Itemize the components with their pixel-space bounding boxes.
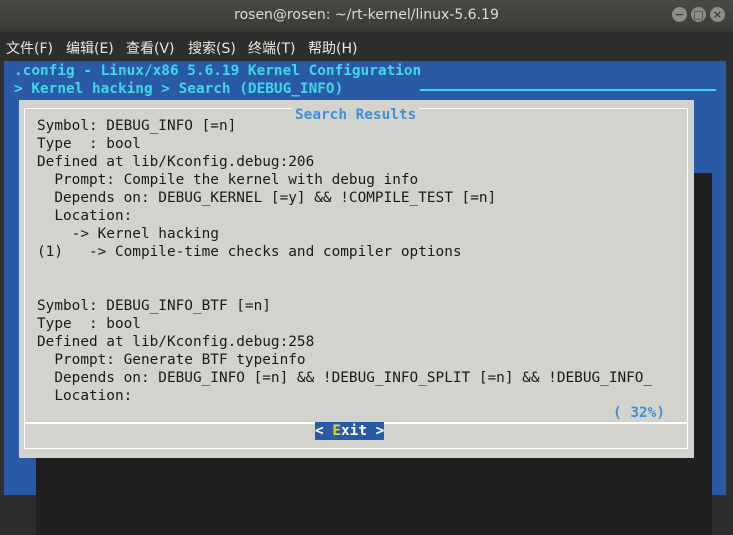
- exit-button-left: <: [315, 423, 333, 439]
- menu-terminal[interactable]: 终端(T): [248, 38, 295, 58]
- minimize-icon[interactable]: −: [672, 7, 687, 22]
- result-line: Type : bool: [37, 316, 141, 332]
- close-icon[interactable]: ×: [710, 7, 725, 22]
- menubar: 文件(F) 编辑(E) 查看(V) 搜索(S) 终端(T) 帮助(H): [0, 32, 733, 60]
- results-text[interactable]: Symbol: DEBUG_INFO [=n] Type : bool Defi…: [37, 117, 681, 405]
- result-line: Prompt: Compile the kernel with debug in…: [37, 172, 419, 188]
- result-line: Location:: [37, 208, 133, 224]
- breadcrumb-rule: [420, 89, 716, 91]
- result-line: Defined at lib/Kconfig.debug:258: [37, 334, 315, 350]
- config-title: .config - Linux/x86 5.6.19 Kernel Config…: [14, 63, 422, 79]
- menu-view[interactable]: 查看(V): [126, 38, 175, 58]
- result-line: Symbol: DEBUG_INFO [=n]: [37, 118, 237, 134]
- result-line: Depends on: DEBUG_INFO [=n] && !DEBUG_IN…: [37, 370, 653, 386]
- result-line: Symbol: DEBUG_INFO_BTF [=n]: [37, 298, 271, 314]
- result-line: Type : bool: [37, 136, 141, 152]
- menu-help[interactable]: 帮助(H): [308, 38, 357, 58]
- exit-button[interactable]: < Exit >: [315, 422, 385, 440]
- result-line: Location:: [37, 388, 133, 404]
- window-title: rosen@rosen: ~/rt-kernel/linux-5.6.19: [234, 7, 499, 23]
- result-line: [37, 279, 681, 297]
- menu-file[interactable]: 文件(F): [6, 38, 53, 58]
- exit-hotkey: E: [332, 423, 341, 439]
- window-controls: − □ ×: [672, 7, 725, 22]
- exit-button-rest: xit >: [341, 423, 385, 439]
- result-line: [37, 261, 681, 279]
- result-line: -> Kernel hacking: [37, 226, 219, 242]
- terminal-area[interactable]: .config - Linux/x86 5.6.19 Kernel Config…: [0, 60, 733, 535]
- result-line: Depends on: DEBUG_KERNEL [=y] && !COMPIL…: [37, 190, 497, 206]
- window-titlebar: rosen@rosen: ~/rt-kernel/linux-5.6.19 − …: [0, 0, 733, 32]
- maximize-icon[interactable]: □: [691, 7, 706, 22]
- breadcrumb: > Kernel hacking > Search (DEBUG_INFO): [14, 81, 344, 97]
- result-line: Prompt: Generate BTF typeinfo: [37, 352, 306, 368]
- menu-search[interactable]: 搜索(S): [188, 38, 236, 58]
- search-results-dialog: Search Results Symbol: DEBUG_INFO [=n] T…: [19, 100, 694, 458]
- result-line: (1) -> Compile-time checks and compiler …: [37, 244, 462, 260]
- scroll-percent: ( 32%): [613, 405, 665, 421]
- menu-edit[interactable]: 编辑(E): [66, 38, 114, 58]
- result-line: Defined at lib/Kconfig.debug:206: [37, 154, 315, 170]
